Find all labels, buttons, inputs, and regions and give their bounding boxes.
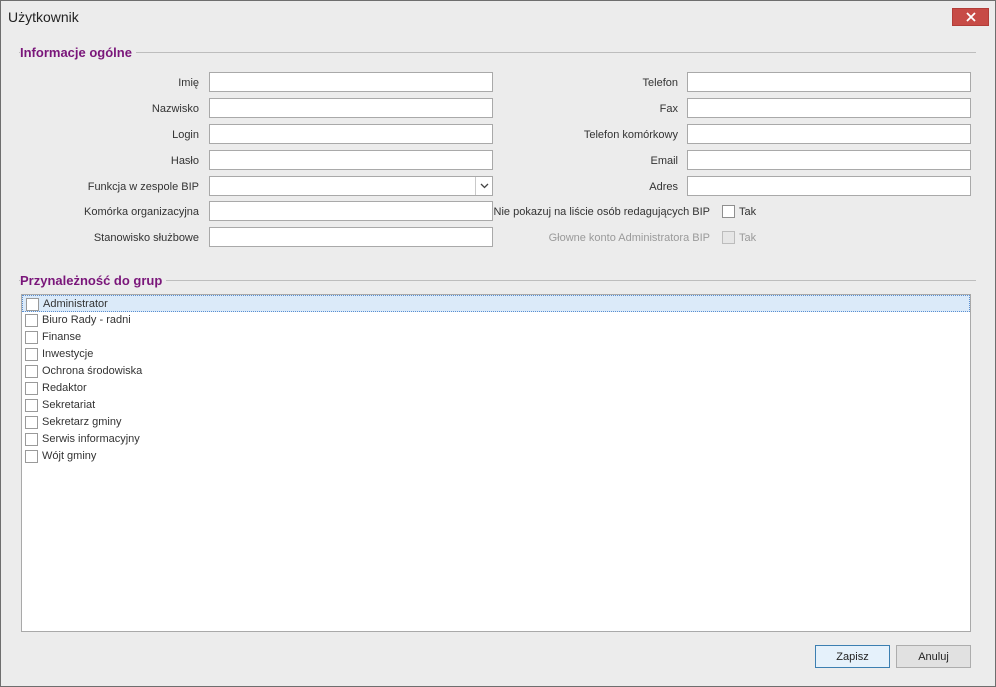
position-input[interactable] <box>209 227 493 247</box>
bip-role-select[interactable] <box>209 176 493 196</box>
section-title-general: Informacje ogólne <box>20 45 136 60</box>
last-name-input[interactable] <box>209 98 493 118</box>
chevron-down-icon <box>480 183 488 189</box>
label-email: Email <box>650 155 678 167</box>
list-item[interactable]: Redaktor <box>22 380 970 397</box>
group-checkbox[interactable] <box>25 314 38 327</box>
list-item[interactable]: Ochrona środowiska <box>22 363 970 380</box>
phone-input[interactable] <box>687 72 971 92</box>
group-checkbox[interactable] <box>25 365 38 378</box>
password-input[interactable] <box>209 150 493 170</box>
group-label: Biuro Rady - radni <box>42 314 131 326</box>
label-main-admin: Głowne konto Administratora BIP <box>548 232 710 244</box>
list-item[interactable]: Administrator <box>22 295 970 312</box>
label-department: Komórka organizacyjna <box>84 206 199 218</box>
group-checkbox[interactable] <box>26 298 39 311</box>
group-label: Administrator <box>43 298 108 310</box>
save-button[interactable]: Zapisz <box>815 645 890 668</box>
section-divider <box>19 52 976 53</box>
label-phone: Telefon <box>642 77 678 89</box>
list-item[interactable]: Biuro Rady - radni <box>22 312 970 329</box>
group-checkbox[interactable] <box>25 450 38 463</box>
group-label: Sekretarz gminy <box>42 416 122 428</box>
email-input[interactable] <box>687 150 971 170</box>
group-checkbox[interactable] <box>25 348 38 361</box>
section-title-groups: Przynależność do grup <box>20 273 167 288</box>
group-checkbox[interactable] <box>25 331 38 344</box>
address-input[interactable] <box>687 176 971 196</box>
group-label: Sekretariat <box>42 399 96 411</box>
group-label: Redaktor <box>42 382 87 394</box>
group-label: Wójt gminy <box>42 450 97 462</box>
label-login: Login <box>172 129 199 141</box>
user-dialog: Użytkownik Informacje ogólne Imię Nazwis… <box>0 0 996 687</box>
title-bar: Użytkownik <box>1 1 995 32</box>
cancel-button[interactable]: Anuluj <box>896 645 971 668</box>
main-admin-check-label: Tak <box>739 232 757 244</box>
label-fax: Fax <box>659 103 678 115</box>
hide-on-list-check-label: Tak <box>739 206 757 218</box>
label-position: Stanowisko służbowe <box>93 232 199 244</box>
close-icon <box>965 12 976 22</box>
list-item[interactable]: Inwestycje <box>22 346 970 363</box>
window-title: Użytkownik <box>8 9 79 25</box>
group-checkbox[interactable] <box>25 416 38 429</box>
close-button[interactable] <box>952 8 989 26</box>
list-item[interactable]: Serwis informacyjny <box>22 431 970 448</box>
group-label: Finanse <box>42 331 82 343</box>
group-checkbox[interactable] <box>25 433 38 446</box>
label-hide-on-list: Nie pokazuj na liście osób redagujących … <box>493 206 710 218</box>
group-checkbox[interactable] <box>25 382 38 395</box>
bip-role-dropdown-button[interactable] <box>475 177 492 195</box>
first-name-input[interactable] <box>209 72 493 92</box>
group-label: Inwestycje <box>42 348 94 360</box>
label-address: Adres <box>649 181 678 193</box>
hide-on-list-checkbox[interactable] <box>722 205 735 218</box>
list-item[interactable]: Sekretariat <box>22 397 970 414</box>
list-item[interactable]: Sekretarz gminy <box>22 414 970 431</box>
label-last-name: Nazwisko <box>151 103 199 115</box>
label-mobile: Telefon komórkowy <box>583 129 678 141</box>
label-password: Hasło <box>170 155 199 167</box>
main-admin-checkbox[interactable] <box>722 231 735 244</box>
groups-list[interactable]: Administrator Biuro Rady - radni Finanse… <box>21 294 971 632</box>
group-label: Serwis informacyjny <box>42 433 140 445</box>
group-label: Ochrona środowiska <box>42 365 143 377</box>
list-item[interactable]: Finanse <box>22 329 970 346</box>
fax-input[interactable] <box>687 98 971 118</box>
label-bip-role: Funkcja w zespole BIP <box>87 181 199 193</box>
login-input[interactable] <box>209 124 493 144</box>
group-checkbox[interactable] <box>25 399 38 412</box>
department-input[interactable] <box>209 201 493 221</box>
label-first-name: Imię <box>178 77 199 89</box>
mobile-input[interactable] <box>687 124 971 144</box>
list-item[interactable]: Wójt gminy <box>22 448 970 465</box>
